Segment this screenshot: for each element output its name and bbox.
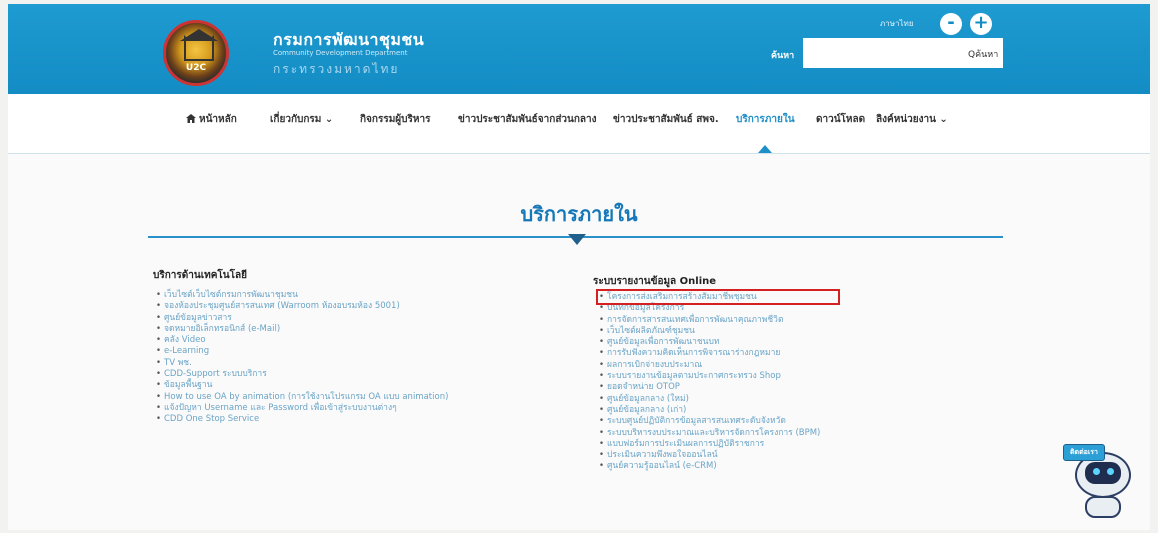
list-item[interactable]: จดหมายอิเล็กทรอนิกส์ (e-Mail) xyxy=(156,324,448,336)
list-item[interactable]: เว็บไซต์ผลิตภัณฑ์ชุมชน xyxy=(599,326,820,338)
list-item[interactable]: แบบฟอร์มการประเมินผลการปฏิบัติราชการ xyxy=(599,439,820,451)
search-label: ค้นหา xyxy=(771,51,795,61)
nav-item-executive-activities[interactable]: กิจกรรมผู้บริหาร xyxy=(360,112,430,127)
nav-item-download[interactable]: ดาวน์โหลด xyxy=(816,112,865,127)
list-item[interactable]: จองห้องประชุมศูนย์สารสนเทศ (Warroom ห้อง… xyxy=(156,301,448,313)
search-button[interactable]: Qค้นหา xyxy=(968,47,998,61)
list-item[interactable]: ระบบศูนย์ปฏิบัติการข้อมูลสารสนเทศระดับจั… xyxy=(599,416,820,428)
online-reports-heading: ระบบรายงานข้อมูล Online xyxy=(593,276,717,287)
contact-badge[interactable]: ติดต่อเรา xyxy=(1063,444,1105,461)
nav-item-internal-services[interactable]: บริการภายใน xyxy=(736,112,795,127)
page: U2C กรมการพัฒนาชุมชน Community Developme… xyxy=(8,4,1150,530)
list-item[interactable]: ผลการเบิกจ่ายงบประมาณ xyxy=(599,360,820,372)
page-title: บริการภายใน xyxy=(520,202,638,226)
tech-services-heading: บริการด้านเทคโนโลยี xyxy=(153,270,247,281)
logo-house-shape xyxy=(184,35,214,61)
chatbot-mascot[interactable]: ติดต่อเรา xyxy=(1063,444,1143,524)
list-item[interactable]: ศูนย์ข้อมูลกลาง (ใหม่) xyxy=(599,394,820,406)
list-item[interactable]: e-Learning xyxy=(156,346,448,358)
nav-item-label: หน้าหลัก xyxy=(199,114,237,125)
list-item[interactable]: ระบบรายงานข้อมูลตามประกาศกระทรวง Shop xyxy=(599,371,820,383)
nav-item-agency-links[interactable]: ลิงค์หน่วยงาน ⌄ xyxy=(876,112,948,127)
department-logo[interactable]: U2C xyxy=(163,20,229,86)
highlight-annotation-box xyxy=(596,289,840,305)
list-item[interactable]: TV พช. xyxy=(156,358,448,370)
main-nav: หน้าหลัก เกี่ยวกับกรม ⌄ กิจกรรมผู้บริหาร… xyxy=(8,94,1150,154)
list-item[interactable]: ประเมินความพึงพอใจออนไลน์ xyxy=(599,450,820,462)
list-item[interactable]: ระบบบริหารงบประมาณและบริหารจัดการโครงการ… xyxy=(599,428,820,440)
active-tab-indicator xyxy=(758,145,772,153)
online-reports-list: โครงการส่งเสริมการสร้างสัมมาชีพชุมชนบันท… xyxy=(599,292,820,473)
list-item[interactable]: แจ้งปัญหา Username และ Password เพื่อเข้… xyxy=(156,403,448,415)
ministry-name: กระทรวงมหาดไทย xyxy=(273,62,400,76)
home-icon xyxy=(186,114,196,123)
list-item[interactable]: ศูนย์ข้อมูลเพื่อการพัฒนาชนบท xyxy=(599,337,820,349)
list-item[interactable]: คลัง Video xyxy=(156,335,448,347)
list-item[interactable]: ยอดจำหน่าย OTOP xyxy=(599,382,820,394)
tech-services-list: เว็บไซต์เว็บไซต์กรมการพัฒนาชุมชนจองห้องป… xyxy=(156,290,448,426)
list-item[interactable]: ศูนย์ข้อมูลข่าวสาร xyxy=(156,313,448,325)
list-item[interactable]: CDD One Stop Service xyxy=(156,414,448,426)
list-item[interactable]: CDD-Support ระบบบริการ xyxy=(156,369,448,381)
logo-text: U2C xyxy=(185,63,207,73)
list-item[interactable]: ศูนย์ความรู้ออนไลน์ (e-CRM) xyxy=(599,461,820,473)
nav-item-provincial-news[interactable]: ข่าวประชาสัมพันธ์ สพจ. xyxy=(613,112,719,127)
list-item[interactable]: How to use OA by animation (การใช้งานโปร… xyxy=(156,392,448,404)
mascot-body xyxy=(1085,496,1121,518)
mascot-eye-right xyxy=(1107,468,1114,475)
nav-item-central-news[interactable]: ข่าวประชาสัมพันธ์จากส่วนกลาง xyxy=(458,112,597,127)
zoom-in-button[interactable]: + xyxy=(970,13,992,35)
list-item[interactable]: ศูนย์ข้อมูลกลาง (เก่า) xyxy=(599,405,820,417)
list-item[interactable]: การจัดการสารสนเทศเพื่อการพัฒนาคุณภาพชีวิ… xyxy=(599,315,820,327)
mascot-face xyxy=(1085,462,1121,484)
site-header: U2C กรมการพัฒนาชุมชน Community Developme… xyxy=(8,4,1150,94)
org-name-english: Community Development Department xyxy=(273,49,408,57)
nav-item-about[interactable]: เกี่ยวกับกรม ⌄ xyxy=(270,112,333,127)
nav-item-home[interactable]: หน้าหลัก xyxy=(186,112,237,127)
zoom-out-button[interactable]: - xyxy=(940,13,962,35)
list-item[interactable]: ข้อมูลพื้นฐาน xyxy=(156,380,448,392)
title-arrow-icon xyxy=(568,234,586,245)
list-item[interactable]: การรับฟังความคิดเห็นการพิจารณาร่างกฎหมาย xyxy=(599,348,820,360)
list-item[interactable]: เว็บไซต์เว็บไซต์กรมการพัฒนาชุมชน xyxy=(156,290,448,302)
mascot-eye-left xyxy=(1093,468,1100,475)
language-switch[interactable]: ภาษาไทย xyxy=(880,17,914,30)
